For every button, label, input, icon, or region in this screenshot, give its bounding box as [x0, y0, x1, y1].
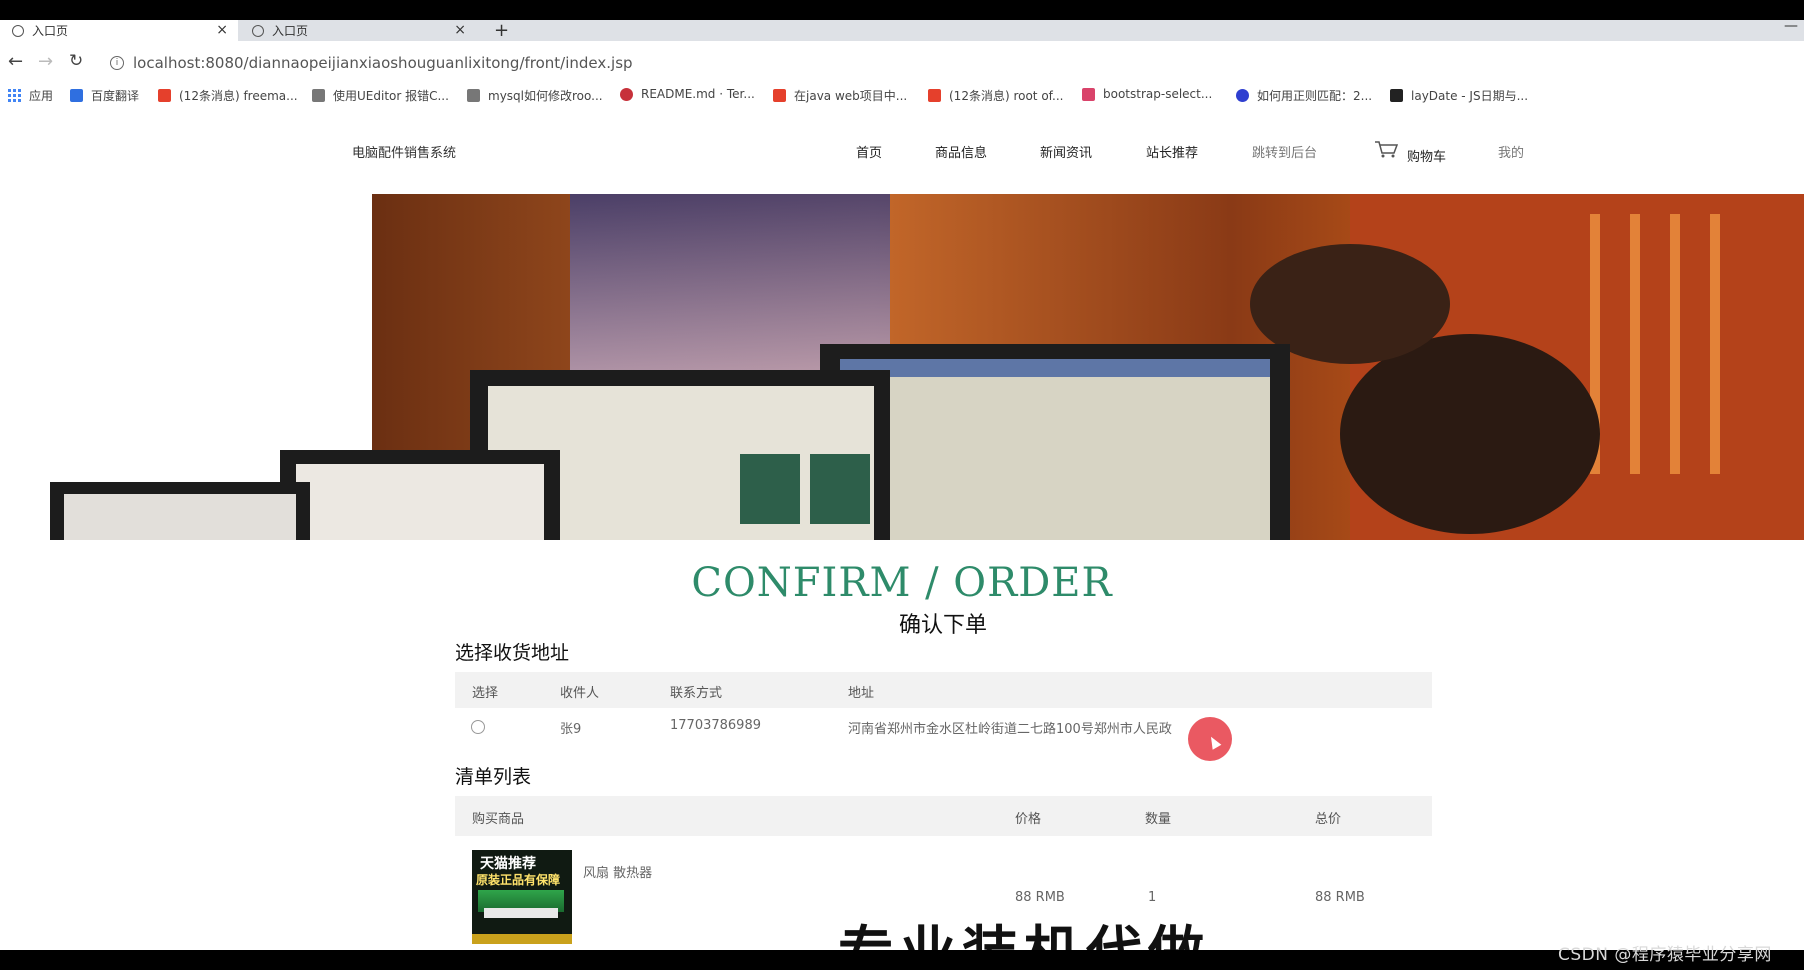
banner-image [50, 194, 1804, 540]
csdn-icon [773, 89, 786, 102]
bookmark-label: (12条消息) freema... [179, 89, 298, 103]
order-table-header: 购买商品 价格 数量 总价 [455, 796, 1432, 836]
close-icon[interactable]: × [216, 22, 228, 38]
tab-title: 入口页 [272, 24, 309, 38]
browser-tab-2[interactable]: 入口页 × [240, 20, 476, 41]
bookmark-item[interactable]: (12条消息) freema... [158, 87, 298, 104]
csdn-icon [928, 89, 941, 102]
watermark-text: CSDN @程序猿毕业分享网 [1558, 945, 1772, 965]
site-icon [312, 89, 325, 102]
bookmark-item[interactable]: bootstrap-select... [1082, 87, 1212, 101]
nav-admin[interactable]: 跳转到后台 [1252, 142, 1317, 161]
baidu-paw-icon [1236, 89, 1249, 102]
site-icon [1082, 87, 1095, 101]
web-page: 电脑配件销售系统 首页 商品信息 新闻资讯 站长推荐 跳转到后台 购物车 我的 [0, 110, 1804, 950]
minimize-icon[interactable]: — [1784, 18, 1798, 34]
product-image-caption: 天猫推荐 [480, 856, 536, 872]
col-address: 地址 [848, 686, 875, 701]
tab-title: 入口页 [32, 24, 69, 38]
info-icon[interactable]: i [110, 56, 124, 70]
bookmarks-bar: 应用 百度翻译 (12条消息) freema... 使用UEditor 报错C.… [0, 80, 1804, 110]
product-name[interactable]: 风扇 散热器 [583, 862, 652, 881]
bookmark-label: 应用 [29, 89, 54, 103]
recipient-address: 河南省郑州市金水区杜岭街道二七路100号郑州市人民政 [848, 722, 1172, 737]
back-arrow-icon[interactable]: ← [8, 51, 23, 72]
browser-tab-1[interactable]: 入口页 × [0, 20, 238, 41]
translate-icon [70, 89, 83, 102]
bookmark-label: mysql如何修改roo... [488, 89, 603, 103]
product-price: 88 RMB [1015, 890, 1065, 905]
nav-home[interactable]: 首页 [856, 142, 882, 161]
globe-icon [12, 24, 24, 37]
browser-tab-bar: 入口页 × 入口页 × + — [0, 18, 1804, 41]
gitee-icon [620, 87, 633, 101]
bookmark-item[interactable]: mysql如何修改roo... [467, 87, 603, 104]
promo-heading: 专业装机代做 [838, 908, 1210, 950]
bottom-black-bar [0, 950, 1804, 970]
confirm-title-cn: 确认下单 [898, 613, 987, 638]
site-icon [1390, 89, 1403, 102]
cart-icon[interactable] [1374, 140, 1398, 158]
bookmark-label: bootstrap-select... [1103, 87, 1213, 101]
globe-icon [252, 24, 264, 37]
product-image[interactable]: 天猫推荐 原装正品有保障 [472, 850, 572, 944]
recipient-name: 张9 [560, 722, 582, 737]
url-field[interactable]: localhost:8080/diannaopeijianxiaoshougua… [133, 54, 633, 72]
col-recipient: 收件人 [560, 686, 600, 701]
address-radio[interactable] [471, 720, 485, 734]
col-product: 购买商品 [472, 812, 525, 827]
bookmark-item[interactable]: layDate - JS日期与... [1390, 87, 1528, 104]
col-total: 总价 [1315, 812, 1342, 827]
bookmark-item[interactable]: 如何用正则匹配：2... [1236, 87, 1372, 104]
bookmark-label: layDate - JS日期与... [1411, 89, 1529, 103]
bookmark-label: 如何用正则匹配：2... [1257, 89, 1373, 103]
apps-grid-icon [8, 89, 21, 102]
forward-arrow-icon[interactable]: → [38, 51, 53, 72]
product-quantity: 1 [1148, 890, 1157, 905]
reload-icon[interactable]: ↻ [69, 51, 83, 71]
product-image-subcaption: 原装正品有保障 [476, 873, 561, 887]
close-icon[interactable]: × [454, 22, 466, 38]
bookmark-label: 百度翻译 [91, 89, 140, 103]
col-quantity: 数量 [1145, 812, 1172, 827]
nav-news[interactable]: 新闻资讯 [1040, 142, 1092, 161]
product-total: 88 RMB [1315, 890, 1365, 905]
bookmark-item[interactable]: 使用UEditor 报错C... [312, 87, 449, 104]
bookmark-item[interactable]: 百度翻译 [70, 87, 139, 104]
bookmark-label: (12条消息) root of... [949, 89, 1064, 103]
nav-cart[interactable]: 购物车 [1407, 146, 1446, 165]
col-phone: 联系方式 [670, 686, 723, 701]
nav-products[interactable]: 商品信息 [935, 142, 987, 161]
bookmark-item[interactable]: (12条消息) root of... [928, 87, 1063, 104]
new-tab-button[interactable]: + [494, 20, 509, 41]
address-table-header: 选择 收件人 联系方式 地址 [455, 672, 1432, 708]
order-section-title: 清单列表 [455, 766, 532, 788]
bookmark-apps[interactable]: 应用 [8, 87, 53, 104]
confirm-title-en: CONFIRM / ORDER [691, 560, 1113, 606]
address-section-title: 选择收货地址 [455, 642, 570, 664]
recipient-phone: 17703786989 [670, 718, 761, 733]
bookmark-label: 使用UEditor 报错C... [333, 89, 449, 103]
nav-mine[interactable]: 我的 [1498, 142, 1524, 161]
bookmark-label: README.md · Ter... [641, 87, 755, 101]
site-icon [467, 89, 480, 102]
bookmark-item[interactable]: README.md · Ter... [620, 87, 755, 101]
col-select: 选择 [472, 686, 499, 701]
site-title: 电脑配件销售系统 [352, 146, 457, 161]
col-price: 价格 [1015, 812, 1042, 827]
bookmark-label: 在java web项目中... [794, 89, 908, 103]
bookmark-item[interactable]: 在java web项目中... [773, 87, 907, 104]
csdn-icon [158, 89, 171, 102]
nav-recommend[interactable]: 站长推荐 [1146, 142, 1198, 161]
